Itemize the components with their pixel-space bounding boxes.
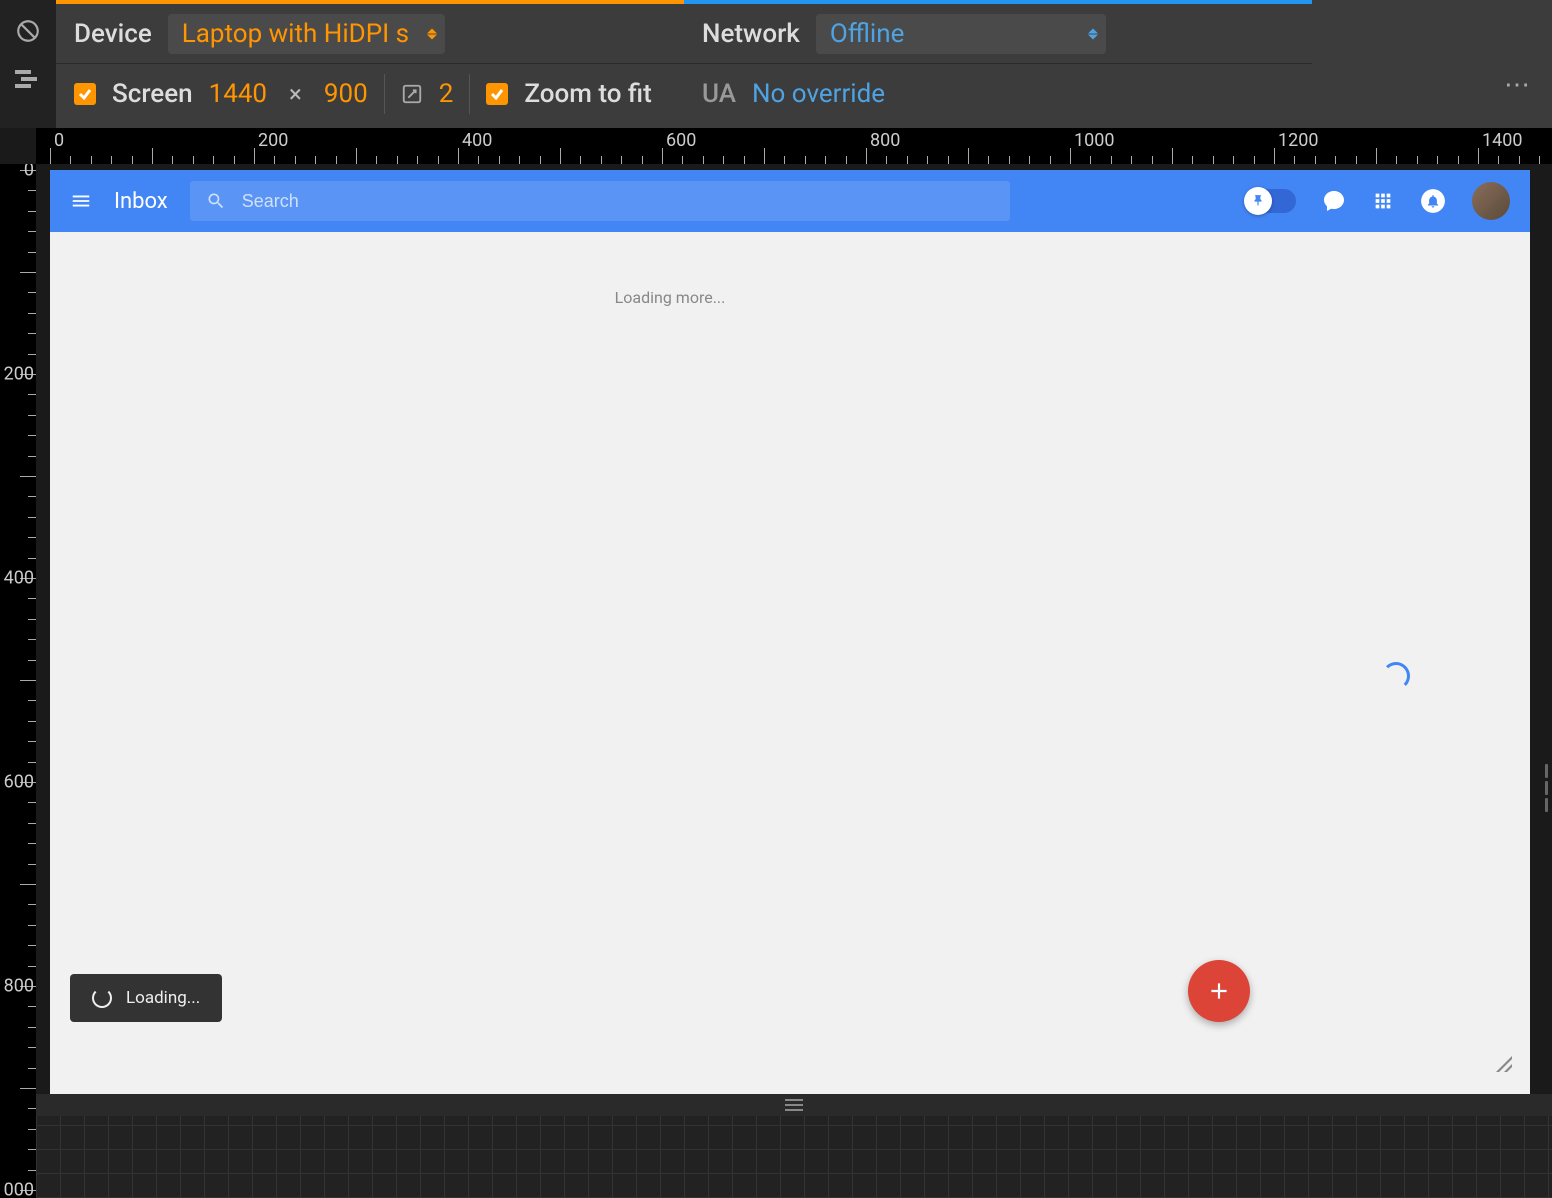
network-select[interactable]: Offline — [816, 14, 1106, 54]
zoom-checkbox[interactable] — [486, 83, 508, 105]
compose-fab[interactable] — [1188, 960, 1250, 1022]
plus-icon — [1206, 978, 1232, 1004]
ruler-horizontal: 0200400600800100012001400 — [36, 128, 1552, 164]
network-value: Offline — [830, 19, 905, 49]
dock-icon[interactable] — [15, 70, 41, 88]
viewport-area: Inbox — [36, 164, 1552, 1198]
dpr-value[interactable]: 2 — [439, 79, 454, 109]
menu-icon[interactable] — [70, 190, 92, 212]
network-tab: Network Offline UA No override — [684, 0, 1312, 128]
pin-toggle[interactable] — [1246, 189, 1296, 213]
screen-label: Screen — [112, 79, 193, 109]
search-bar[interactable] — [190, 181, 1010, 221]
ua-label: UA — [702, 79, 736, 109]
select-arrows-icon — [1088, 28, 1098, 39]
toast-text: Loading... — [126, 988, 200, 1008]
device-select[interactable]: Laptop with HiDPI s — [168, 14, 445, 54]
search-input[interactable] — [242, 191, 994, 212]
pin-icon — [1251, 194, 1265, 208]
apps-icon[interactable] — [1372, 190, 1394, 212]
screen-checkbox[interactable] — [74, 83, 96, 105]
avatar[interactable] — [1472, 182, 1510, 220]
devtools-spacer — [1312, 0, 1552, 128]
separator — [469, 74, 470, 114]
resize-handle-icon[interactable] — [1496, 1056, 1512, 1076]
hangouts-icon[interactable] — [1322, 189, 1346, 213]
network-label: Network — [702, 19, 800, 49]
devtools-left-iconbar — [0, 0, 56, 128]
device-tab: Device Laptop with HiDPI s Screen 1440 ×… — [56, 0, 684, 128]
loading-more-text: Loading more... — [50, 232, 1530, 307]
devtools-toolbar: Device Laptop with HiDPI s Screen 1440 ×… — [0, 0, 1552, 128]
spinner-icon — [1382, 662, 1410, 690]
device-label: Device — [74, 19, 152, 49]
dpr-icon[interactable] — [401, 83, 423, 105]
zoom-label: Zoom to fit — [524, 79, 651, 109]
ua-value[interactable]: No override — [752, 79, 885, 109]
ruler-vertical: 02004006008001000 — [0, 164, 36, 1198]
device-value: Laptop with HiDPI s — [182, 19, 409, 49]
loading-toast: Loading... — [70, 974, 222, 1022]
inbox-body: Loading more... Loading... — [50, 232, 1530, 1094]
side-drag-handle[interactable] — [1545, 764, 1548, 812]
dimension-x: × — [289, 80, 302, 108]
notifications-icon[interactable] — [1420, 188, 1446, 214]
more-icon[interactable]: ⋯ — [1504, 70, 1532, 100]
toggle-knob — [1244, 187, 1272, 215]
select-arrows-icon — [427, 28, 437, 39]
grid-background — [36, 1116, 1552, 1198]
app-title: Inbox — [114, 189, 168, 214]
spinner-icon — [92, 988, 112, 1008]
screen-height[interactable]: 900 — [324, 79, 368, 109]
separator — [384, 74, 385, 114]
cancel-icon[interactable] — [15, 18, 41, 44]
drawer-handle[interactable] — [36, 1094, 1552, 1116]
screen-width[interactable]: 1440 — [209, 79, 267, 109]
emulated-viewport: Inbox — [50, 170, 1530, 1094]
header-actions — [1246, 182, 1510, 220]
drag-lines-icon — [785, 1099, 803, 1111]
search-icon — [206, 191, 226, 211]
inbox-header: Inbox — [50, 170, 1530, 232]
